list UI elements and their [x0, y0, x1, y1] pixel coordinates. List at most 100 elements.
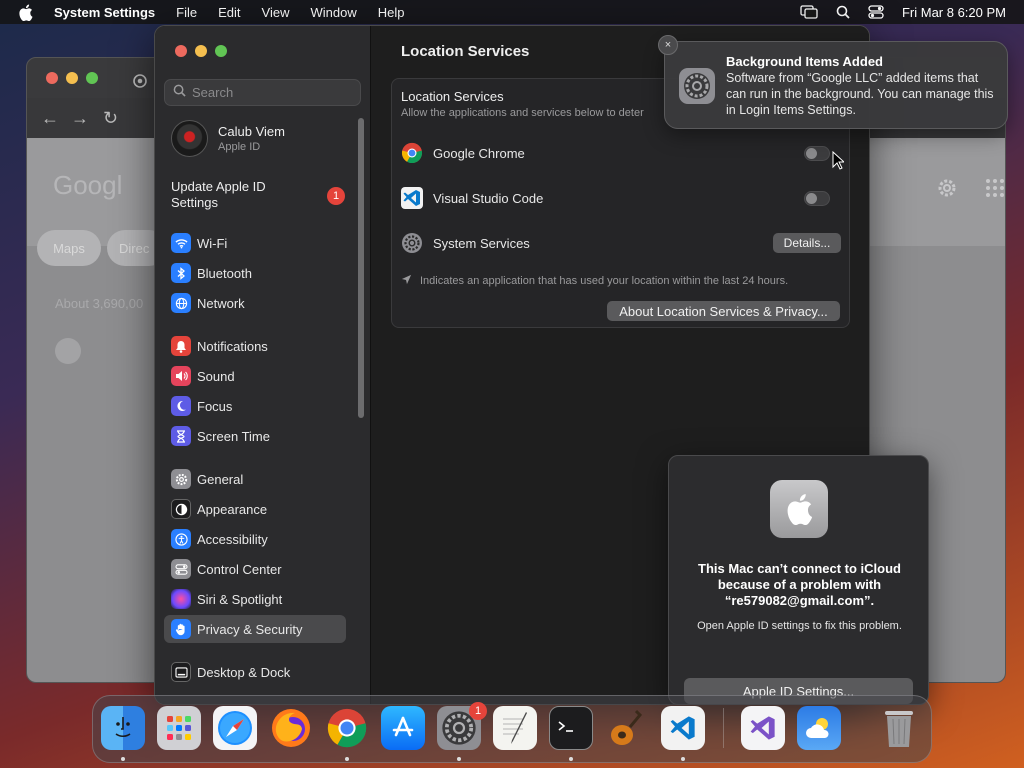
- sidebar-item-siri-spotlight[interactable]: Siri & Spotlight: [164, 585, 346, 613]
- browser-minimize-button[interactable]: [66, 72, 78, 84]
- browser-tab-favicon-icon[interactable]: [133, 74, 147, 93]
- hourglass-icon: [171, 426, 191, 446]
- control-center-icon[interactable]: [868, 5, 884, 19]
- sidebar-item-label: Siri & Spotlight: [197, 591, 283, 607]
- alert-title: This Mac can’t connect to iCloud because…: [698, 561, 901, 608]
- siri-icon: [171, 589, 191, 609]
- menu-app-name[interactable]: System Settings: [54, 5, 155, 20]
- sidebar-item-desktop-dock[interactable]: Desktop & Dock: [164, 658, 346, 686]
- dock-visual-studio-icon[interactable]: [741, 706, 785, 750]
- window-zoom-button[interactable]: [215, 45, 227, 57]
- sidebar-item-notifications[interactable]: Notifications: [164, 332, 346, 360]
- about-location-privacy-button[interactable]: About Location Services & Privacy...: [607, 301, 840, 321]
- chrome-running-dot: [345, 757, 349, 761]
- moon-icon: [171, 396, 191, 416]
- sidebar-item-network[interactable]: Network: [164, 289, 346, 317]
- notification-title: Background Items Added: [726, 54, 883, 69]
- sidebar-item-appearance[interactable]: Appearance: [164, 495, 346, 523]
- sidebar-item-accessibility[interactable]: Accessibility: [164, 525, 346, 553]
- back-arrow-icon[interactable]: ←: [41, 108, 59, 129]
- sidebar-item-label: Desktop & Dock: [197, 664, 291, 680]
- dock-safari-icon[interactable]: [213, 706, 257, 750]
- hint-text: Indicates an application that has used y…: [420, 275, 789, 287]
- dock-app-store-icon[interactable]: [381, 706, 425, 750]
- page-title: Location Services: [401, 43, 530, 60]
- profile-name: Calub Viem: [218, 124, 285, 139]
- reload-icon[interactable]: ↻: [103, 108, 118, 129]
- sidebar-item-general[interactable]: General: [164, 465, 346, 493]
- settings-gear-icon[interactable]: [937, 178, 957, 203]
- chrome-location-toggle[interactable]: [804, 145, 830, 161]
- sidebar-item-label: Wi-Fi: [197, 235, 228, 251]
- app-row-vscode: Visual Studio Code: [401, 183, 841, 213]
- dock-chrome-icon[interactable]: [325, 706, 369, 750]
- wifi-icon: [171, 233, 191, 253]
- chrome-icon: [401, 142, 423, 164]
- menu-view[interactable]: View: [262, 5, 290, 20]
- panel-heading: Location Services: [401, 89, 504, 104]
- sidebar-item-control-center[interactable]: Control Center: [164, 555, 346, 583]
- dock-firefox-icon[interactable]: [269, 706, 313, 750]
- settings-sidebar: Calub Viem Apple ID Update Apple ID Sett…: [155, 26, 371, 704]
- details-button[interactable]: Details...: [773, 233, 841, 253]
- sidebar-item-bluetooth[interactable]: Bluetooth: [164, 259, 346, 287]
- dock-textedit-icon[interactable]: [493, 706, 537, 750]
- globe-icon: [171, 293, 191, 313]
- forward-arrow-icon[interactable]: →: [71, 108, 89, 129]
- browser-zoom-button[interactable]: [86, 72, 98, 84]
- notification-close-button[interactable]: ×: [658, 35, 678, 55]
- sidebar-item-focus[interactable]: Focus: [164, 392, 346, 420]
- menubar-clock[interactable]: Fri Mar 8 6:20 PM: [902, 5, 1006, 20]
- window-close-button[interactable]: [175, 45, 187, 57]
- sidebar-item-wifi[interactable]: Wi-Fi: [164, 229, 346, 257]
- apple-id-profile[interactable]: Calub Viem Apple ID: [171, 120, 285, 157]
- dock-launchpad-icon[interactable]: [157, 706, 201, 750]
- sidebar-item-label: General: [197, 471, 244, 487]
- sidebar-search[interactable]: [164, 79, 361, 106]
- dock-finder-icon[interactable]: [101, 706, 145, 750]
- notification-banner[interactable]: Background Items Added Software from “Go…: [664, 41, 1008, 129]
- sidebar-item-sound[interactable]: Sound: [164, 362, 346, 390]
- result-count: About 3,690,00: [55, 296, 144, 311]
- menu-file[interactable]: File: [176, 5, 197, 20]
- app-label: System Services: [433, 235, 530, 251]
- menu-help[interactable]: Help: [378, 5, 405, 20]
- spotlight-search-icon[interactable]: [836, 5, 850, 19]
- vscode-location-toggle[interactable]: [804, 190, 830, 206]
- terminal-running-dot: [569, 757, 573, 761]
- sidebar-item-privacy-security[interactable]: Privacy & Security: [164, 615, 346, 643]
- gear-icon: [171, 469, 191, 489]
- menu-window[interactable]: Window: [310, 5, 356, 20]
- app-row-chrome: Google Chrome: [401, 138, 841, 168]
- accessibility-icon: [171, 529, 191, 549]
- settings-running-dot: [457, 757, 461, 761]
- search-icon: [173, 84, 186, 102]
- search-input[interactable]: [192, 85, 352, 100]
- apple-menu-icon[interactable]: [18, 4, 34, 21]
- sidebar-item-label: Bluetooth: [197, 265, 252, 281]
- dock-weather-icon[interactable]: [797, 706, 841, 750]
- app-row-system-services: System Services Details...: [401, 228, 841, 258]
- update-apple-id-item[interactable]: Update Apple ID Settings 1: [171, 179, 351, 211]
- sidebar-item-label: Notifications: [197, 338, 268, 354]
- appearance-icon: [171, 499, 191, 519]
- sidebar-item-label: Accessibility: [197, 531, 268, 547]
- dock-vscode-icon[interactable]: [661, 706, 705, 750]
- browser-close-button[interactable]: [46, 72, 58, 84]
- window-minimize-button[interactable]: [195, 45, 207, 57]
- dock-separator: [723, 708, 724, 748]
- menu-edit[interactable]: Edit: [218, 5, 240, 20]
- sidebar-item-label: Sound: [197, 368, 235, 384]
- sidebar-item-screen-time[interactable]: Screen Time: [164, 422, 346, 450]
- google-logo: Googl: [53, 170, 123, 200]
- dock-terminal-icon[interactable]: [549, 706, 593, 750]
- screen-mirroring-icon[interactable]: [800, 5, 818, 19]
- apps-grid-icon[interactable]: [985, 178, 1005, 203]
- speaker-icon: [171, 366, 191, 386]
- sidebar-scrollbar[interactable]: [358, 118, 364, 418]
- filter-pill-maps[interactable]: Maps: [37, 230, 101, 266]
- notification-body: Software from “Google LLC” added items t…: [726, 71, 994, 117]
- dock-trash-icon[interactable]: [877, 706, 921, 750]
- dock-garageband-icon[interactable]: [605, 706, 649, 750]
- location-arrow-icon: [401, 274, 412, 288]
